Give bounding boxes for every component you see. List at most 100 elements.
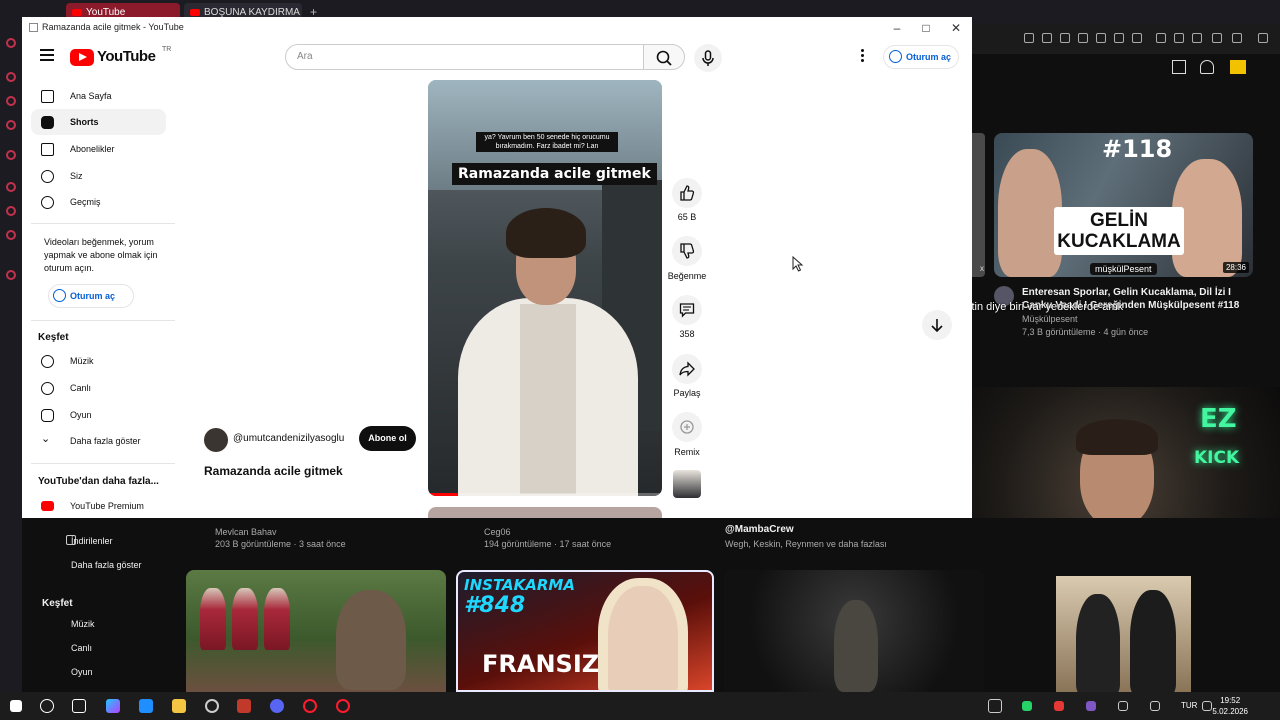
video-thumbnail-meat[interactable]: [186, 570, 446, 692]
subscribe-button[interactable]: Abone ol: [359, 426, 416, 451]
sidebar-item-youtube-premium[interactable]: YouTube Premium: [31, 493, 166, 518]
ai-icon[interactable]: [1232, 33, 1242, 43]
video-thumbnail-partial[interactable]: x: [972, 133, 985, 277]
shield-icon[interactable]: [1078, 33, 1088, 43]
share-button[interactable]: [672, 354, 702, 384]
comments-button[interactable]: [672, 295, 702, 325]
opera-gx-icon[interactable]: [303, 699, 317, 713]
download-icon[interactable]: [1212, 33, 1222, 43]
sidebar-app-icon[interactable]: [6, 120, 16, 130]
heart-icon[interactable]: [1132, 33, 1142, 43]
ez-avatar-icon[interactable]: [1230, 60, 1246, 74]
task-view-icon[interactable]: [72, 699, 86, 713]
sidebar-app-icon[interactable]: [6, 96, 16, 106]
sidebar-app-icon[interactable]: [6, 230, 16, 240]
wifi-icon[interactable]: [1202, 701, 1212, 711]
like-button[interactable]: [672, 178, 702, 208]
podcast-video-thumbnail[interactable]: #118 GELİN KUCAKLAMA müşkülPesent 28:36: [994, 133, 1253, 277]
thumbnail-tag: müşkülPesent: [1090, 263, 1157, 275]
card-title[interactable]: @MambaCrew: [725, 524, 794, 535]
zoom-icon[interactable]: [1024, 33, 1034, 43]
tray-icon[interactable]: [988, 699, 1002, 713]
edge-icon[interactable]: [139, 699, 153, 713]
maximize-button[interactable]: □: [911, 19, 941, 37]
channel-avatar[interactable]: [204, 428, 228, 452]
obs-icon[interactable]: [205, 699, 219, 713]
video-thumbnail-instakarma[interactable]: INSTAKARMA #848 FRANSIZ: [456, 570, 714, 692]
sidebar-item-gaming[interactable]: Oyun: [31, 402, 166, 428]
toolbar-icon[interactable]: [1060, 33, 1070, 43]
settings-icon[interactable]: [6, 270, 16, 280]
upload-icon[interactable]: [1172, 60, 1186, 74]
sound-thumbnail[interactable]: [673, 470, 701, 498]
toolbar-icon[interactable]: [1156, 33, 1166, 43]
sidebar-app-icon[interactable]: [6, 206, 16, 216]
short-video-player[interactable]: ya? Yavrum ben 50 senede hiç orucumu bır…: [428, 80, 662, 496]
copilot-icon[interactable]: [106, 699, 120, 713]
sidebar-app-icon[interactable]: [6, 72, 16, 82]
tray-icon[interactable]: [1150, 701, 1160, 711]
discord-icon[interactable]: [270, 699, 284, 713]
clock[interactable]: 19:52 5.02.2026: [1212, 695, 1248, 717]
sidebar-item-shorts[interactable]: Shorts: [31, 109, 166, 135]
tray-icon[interactable]: [1054, 701, 1064, 711]
channel-name[interactable]: @umutcandenizilyasoglu: [233, 433, 344, 444]
sidebar-item-you[interactable]: Siz: [31, 163, 166, 189]
sidebar-item-show-more[interactable]: Daha fazla göster: [71, 560, 142, 570]
settings-menu-button[interactable]: [856, 48, 868, 66]
opera-icon[interactable]: [336, 699, 350, 713]
menu-icon[interactable]: [1258, 33, 1268, 43]
mic-icon: [702, 50, 714, 66]
signin-button[interactable]: Oturum aç: [883, 45, 959, 69]
sidebar-item-home[interactable]: Ana Sayfa: [31, 83, 166, 109]
card-channel[interactable]: Ceg06: [484, 527, 511, 537]
extension-icon[interactable]: [1174, 33, 1184, 43]
card-meta: Wegh, Keskin, Reynmen ve daha fazlası: [725, 539, 887, 549]
dislike-button[interactable]: [672, 236, 702, 266]
bell-icon[interactable]: [1200, 60, 1214, 74]
voice-search-button[interactable]: [694, 44, 722, 72]
sidebar-item-music[interactable]: Müzik: [31, 348, 166, 374]
duration-badge: x: [980, 264, 984, 273]
twitch-icon[interactable]: [6, 150, 16, 160]
search-input[interactable]: Ara: [285, 44, 644, 70]
music-icon: [41, 355, 54, 368]
sidebar-app-icon[interactable]: [6, 182, 16, 192]
toolbar-icon[interactable]: [1042, 33, 1052, 43]
file-explorer-icon[interactable]: [172, 699, 186, 713]
live-icon: [41, 382, 54, 395]
next-short-preview[interactable]: [428, 507, 662, 518]
app-icon[interactable]: [237, 699, 251, 713]
video-progress-bar[interactable]: [428, 493, 662, 496]
menu-button[interactable]: [40, 49, 54, 63]
sidebar-item-subscriptions[interactable]: Abonelikler: [31, 136, 166, 162]
opera-logo-icon[interactable]: [6, 38, 16, 48]
sidebar-item-live[interactable]: Canlı: [31, 375, 166, 401]
video-thumbnail-two-men[interactable]: [1056, 576, 1191, 692]
sidebar-item-history[interactable]: Geçmiş: [31, 189, 166, 215]
sidebar-item-gaming[interactable]: Oyun: [71, 667, 93, 677]
extension-icon[interactable]: [1192, 33, 1202, 43]
sidebar-item-live[interactable]: Canlı: [71, 643, 92, 653]
sidebar-signin-button[interactable]: Oturum aç: [48, 284, 134, 308]
search-icon[interactable]: [40, 699, 54, 713]
card-channel[interactable]: Mevlcan Bahav: [215, 527, 277, 537]
remix-button[interactable]: [672, 412, 702, 442]
play-icon[interactable]: [1114, 33, 1124, 43]
video-thumbnail-dark[interactable]: [724, 570, 984, 692]
sidebar-item-music[interactable]: Müzik: [71, 619, 95, 629]
search-button[interactable]: [643, 44, 685, 70]
input-language[interactable]: TUR: [1181, 701, 1197, 710]
tray-icon[interactable]: [1118, 701, 1128, 711]
windows-start-icon[interactable]: [10, 700, 22, 712]
minimize-button[interactable]: –: [882, 19, 912, 37]
next-short-button[interactable]: [922, 310, 952, 340]
tray-icon[interactable]: [1022, 701, 1032, 711]
logo-country: TR: [162, 46, 172, 53]
video-channel[interactable]: Müşkülpesent: [1022, 314, 1078, 324]
tray-icon[interactable]: [1086, 701, 1096, 711]
sidebar-item-downloads[interactable]: İndirilenler: [71, 536, 113, 546]
toolbar-icon[interactable]: [1096, 33, 1106, 43]
sidebar-item-show-more[interactable]: ⌄ Daha fazla göster: [31, 428, 166, 454]
close-button[interactable]: ✕: [941, 19, 971, 37]
